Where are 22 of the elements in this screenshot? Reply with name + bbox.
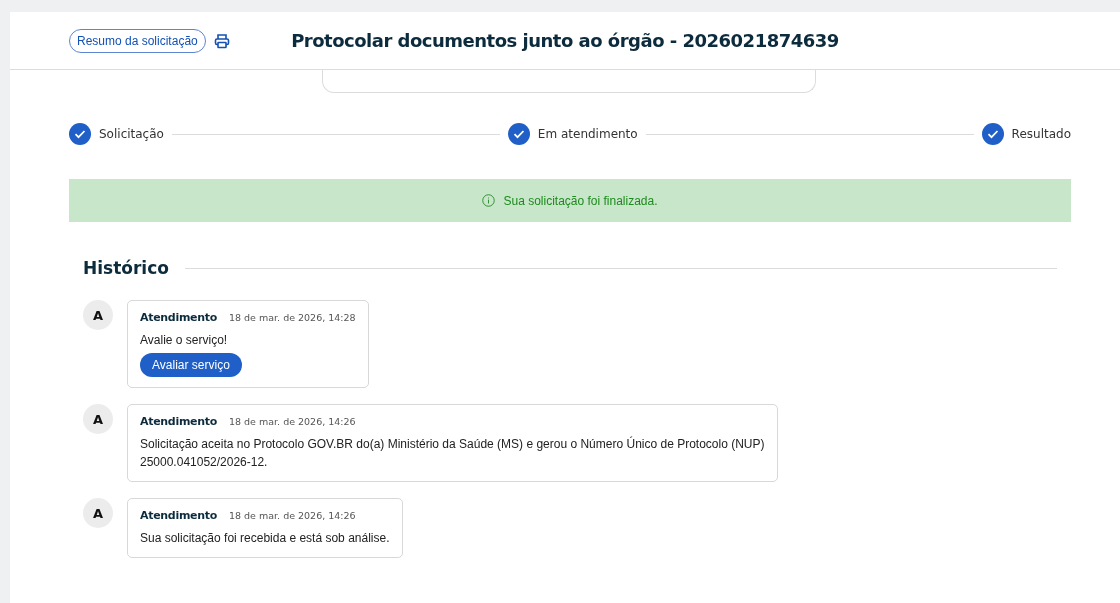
timestamp: 18 de mar. de 2026, 14:26 — [229, 510, 356, 521]
page-title: Protocolar documentos junto ao órgão - 2026021874639 — [290, 30, 840, 51]
message-text: Sua solicitação foi recebida e está sob análise. — [140, 530, 390, 547]
step-label: Solicitação — [99, 127, 164, 141]
alert-text: Sua solicitação foi finalizada. — [503, 193, 658, 208]
message-text: Avalie o serviço! — [140, 332, 229, 349]
section-title: Histórico — [83, 258, 169, 278]
step-label: Em atendimento — [537, 127, 638, 141]
print-icon[interactable] — [213, 32, 230, 49]
avatar: A — [83, 498, 113, 528]
author-name: Atendimento — [140, 311, 217, 324]
author-name: Atendimento — [140, 509, 217, 522]
summary-button[interactable]: Resumo da solicitação — [69, 28, 206, 53]
author-name: Atendimento — [140, 415, 217, 428]
info-icon — [482, 194, 496, 207]
avatar: A — [83, 404, 113, 434]
rate-service-button[interactable]: Avaliar serviço — [140, 353, 242, 377]
step-label: Resultado — [1011, 127, 1071, 141]
timestamp: 18 de mar. de 2026, 14:26 — [229, 416, 356, 427]
timestamp: 18 de mar. de 2026, 14:28 — [229, 312, 356, 323]
avatar: A — [83, 300, 113, 330]
message-text: Solicitação aceita no Protocolo GOV.BR do(a) Ministério da Saúde (MS) e gerou o Número Único de Protocolo (NUP) 25000.041052/2026-12. — [140, 435, 765, 471]
